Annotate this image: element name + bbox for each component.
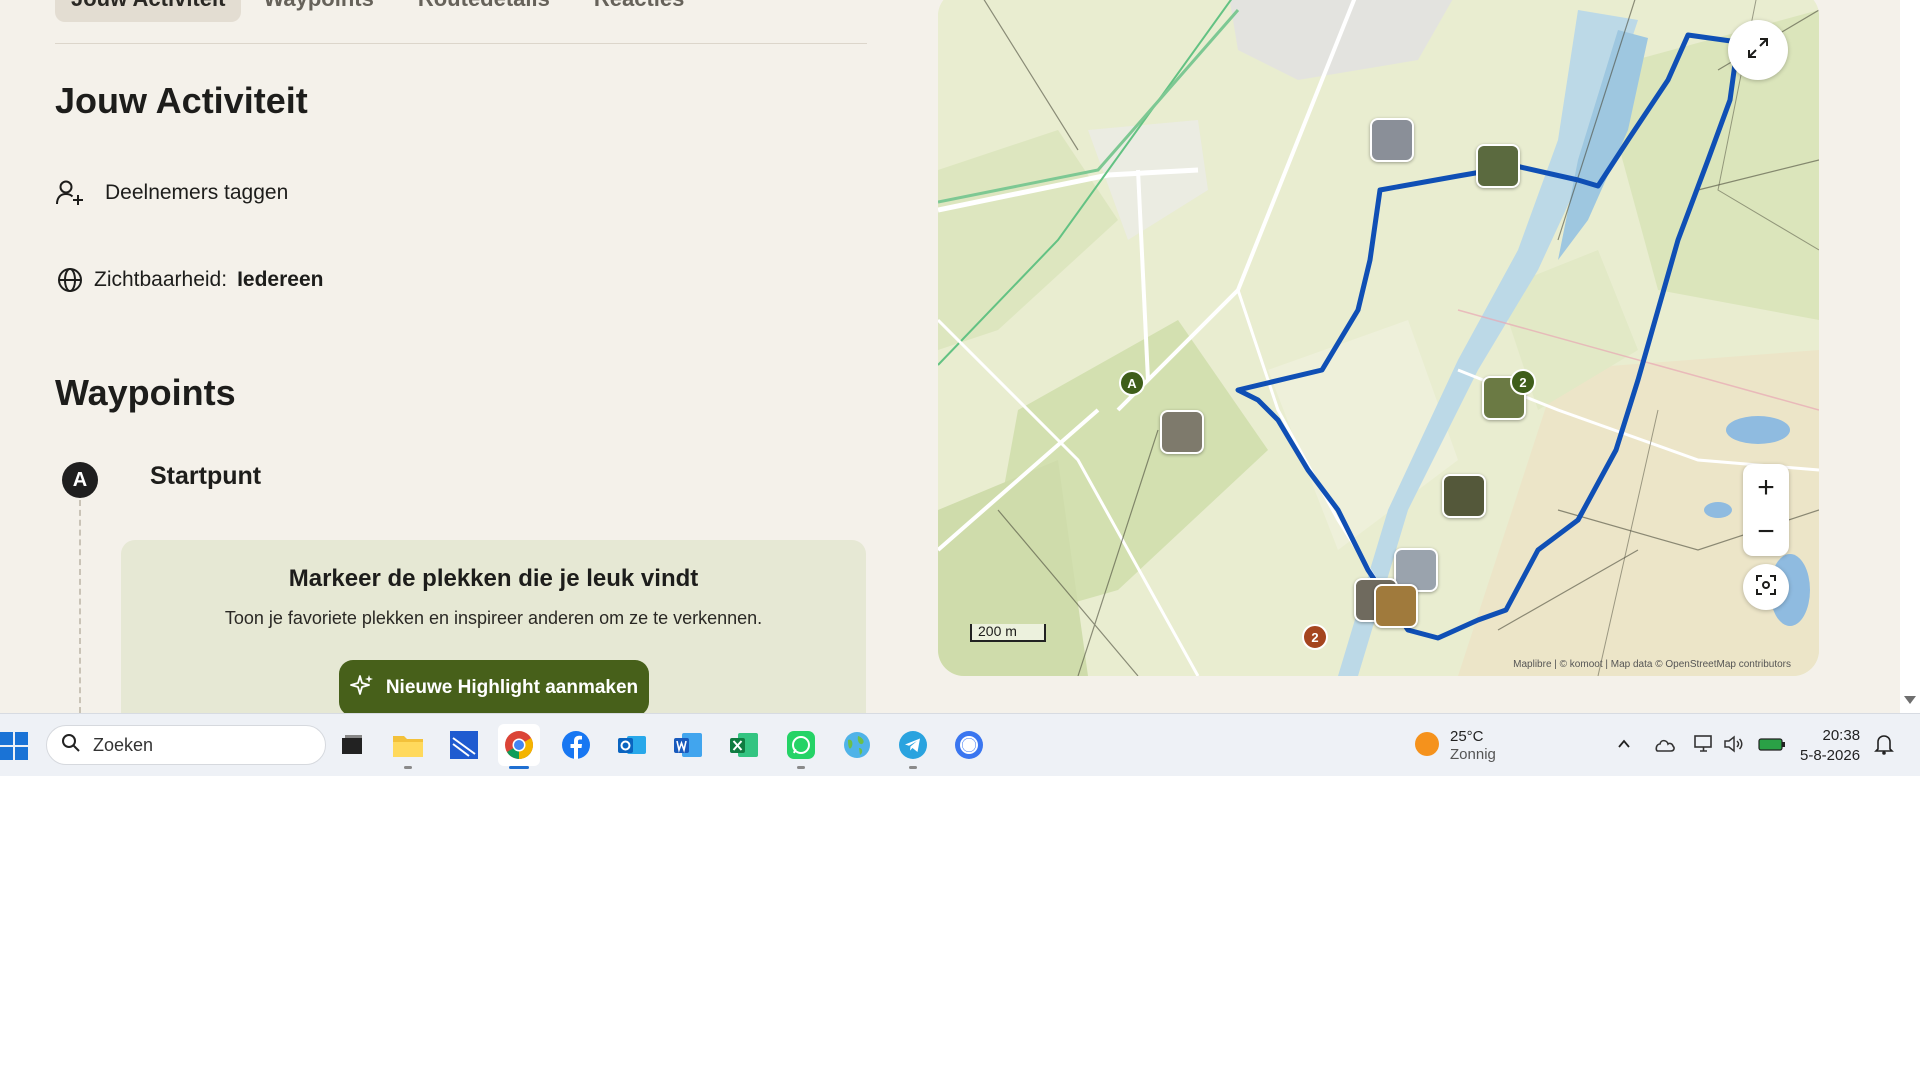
visibility-selector[interactable]: Zichtbaarheid: Iedereen	[55, 265, 323, 295]
recenter-button[interactable]	[1743, 564, 1789, 610]
battery-tray[interactable]	[1757, 732, 1787, 756]
globe-app-icon	[844, 732, 870, 758]
map-scale: 200 m	[970, 624, 1046, 642]
waypoint-pin[interactable]: 2	[1510, 369, 1536, 395]
route-map[interactable]: A 2 2 + − 200 m Maplibre | © komoot | Ma…	[938, 0, 1819, 676]
chevron-up-icon	[1618, 739, 1630, 748]
tab-routedetails[interactable]: Routedetails	[396, 0, 572, 22]
scroll-down-arrow[interactable]	[1904, 696, 1916, 704]
tab-divider	[55, 43, 867, 44]
telegram-icon	[899, 731, 927, 759]
speaker-icon	[1724, 735, 1743, 753]
weather-temperature: 25°C	[1450, 728, 1484, 745]
sun-icon	[1414, 731, 1440, 762]
signal-icon	[955, 731, 983, 759]
taskbar: Zoeken 25°C Zonnig 20:38 5-8-2026	[0, 713, 1920, 776]
volume-tray[interactable]	[1722, 732, 1746, 756]
zoom-out-button[interactable]: −	[1743, 510, 1789, 554]
word-icon	[674, 733, 702, 757]
excel-app[interactable]	[723, 724, 765, 766]
fullscreen-button[interactable]	[1728, 20, 1788, 80]
outlook-icon	[618, 736, 646, 754]
task-view-icon	[342, 735, 362, 754]
excel-icon	[730, 733, 758, 757]
tab-waypoints[interactable]: Waypoints	[241, 0, 395, 22]
weather-description: Zonnig	[1450, 746, 1496, 763]
telegram-app[interactable]	[892, 724, 934, 769]
network-tray[interactable]	[1692, 732, 1716, 756]
onedrive-tray[interactable]	[1652, 732, 1676, 756]
map-photo-thumbnail[interactable]	[1160, 410, 1204, 454]
waypoint-start-title: Startpunt	[150, 462, 262, 490]
globe-icon	[55, 265, 85, 295]
maps-app[interactable]	[836, 724, 878, 766]
route-start-pin[interactable]: A	[1119, 370, 1145, 396]
map-photo-thumbnail[interactable]	[1370, 118, 1414, 162]
paper-app-icon	[450, 731, 478, 759]
add-user-icon	[55, 178, 85, 208]
search-icon	[61, 733, 81, 758]
new-highlight-button-label: Nieuwe Highlight aanmaken	[385, 677, 639, 698]
battery-icon	[1758, 738, 1785, 751]
scrollbar[interactable]	[1900, 0, 1920, 713]
network-icon	[1694, 735, 1712, 752]
file-explorer-app[interactable]	[387, 724, 429, 769]
waypoints-title: Waypoints	[55, 372, 236, 413]
clock-time: 20:38	[1822, 727, 1861, 744]
running-indicator	[909, 766, 917, 769]
taskbar-search[interactable]: Zoeken	[46, 725, 326, 765]
start-button[interactable]	[0, 732, 28, 760]
weather-widget[interactable]: 25°C Zonnig	[1414, 728, 1496, 764]
facebook-app[interactable]	[555, 724, 597, 766]
tab-reacties[interactable]: Reacties	[572, 0, 707, 22]
running-indicator	[404, 766, 412, 769]
notifications-button[interactable]	[1872, 732, 1896, 756]
outlook-app[interactable]	[611, 724, 653, 766]
taskbar-clock[interactable]: 20:38 5-8-2026	[1800, 726, 1860, 766]
sparkle-icon	[349, 673, 374, 703]
chrome-app[interactable]	[498, 724, 540, 769]
expand-icon	[1746, 36, 1770, 65]
waypoint-pin-orange[interactable]: 2	[1302, 624, 1328, 650]
highlight-prompt-card: Markeer de plekken die je leuk vindt Too…	[121, 540, 866, 713]
clock-date: 5-8-2026	[1800, 747, 1861, 764]
running-indicator	[797, 766, 805, 769]
word-app[interactable]	[667, 724, 709, 766]
bell-icon	[1874, 735, 1894, 755]
map-photo-thumbnail[interactable]	[1442, 474, 1486, 518]
activity-title: Jouw Activiteit	[55, 80, 308, 121]
map-attribution[interactable]: Maplibre | © komoot | Map data © OpenStr…	[1513, 659, 1791, 670]
map-photo-thumbnail[interactable]	[1476, 144, 1520, 188]
waypoint-timeline-line	[79, 500, 81, 713]
visibility-label: Zichtbaarheid:	[94, 268, 228, 291]
paper-app[interactable]	[443, 724, 485, 766]
new-highlight-button[interactable]: Nieuwe Highlight aanmaken	[339, 660, 649, 713]
signal-app[interactable]	[948, 724, 990, 766]
chrome-icon	[505, 731, 533, 759]
facebook-icon	[562, 731, 590, 759]
map-photo-thumbnail[interactable]	[1374, 584, 1418, 628]
map-canvas	[938, 0, 1819, 676]
whatsapp-icon	[787, 731, 815, 759]
zoom-controls: + −	[1743, 464, 1789, 556]
zoom-in-button[interactable]: +	[1743, 466, 1789, 510]
locate-icon	[1754, 573, 1778, 602]
folder-icon	[393, 736, 423, 757]
task-view-app[interactable]	[331, 724, 373, 766]
waypoint-start-badge: A	[62, 462, 98, 498]
active-indicator	[509, 766, 529, 769]
tag-participants-button[interactable]: Deelnemers taggen	[55, 178, 288, 208]
highlight-card-text: Toon je favoriete plekken en inspireer a…	[224, 608, 763, 628]
show-hidden-icons-button[interactable]	[1612, 732, 1636, 756]
windows-icon	[0, 732, 28, 760]
tab-jouw-activiteit[interactable]: Jouw Activiteit	[55, 0, 242, 22]
tab-bar: Jouw Activiteit Waypoints Routedetails R…	[55, 0, 706, 22]
whatsapp-app[interactable]	[780, 724, 822, 769]
visibility-value: Iedereen	[237, 268, 324, 291]
tag-participants-label: Deelnemers taggen	[105, 181, 289, 204]
search-placeholder: Zoeken	[93, 734, 154, 755]
page-content: Jouw Activiteit Waypoints Routedetails R…	[0, 0, 1920, 713]
cloud-icon	[1655, 739, 1675, 752]
highlight-card-title: Markeer de plekken die je leuk vindt	[288, 565, 699, 592]
